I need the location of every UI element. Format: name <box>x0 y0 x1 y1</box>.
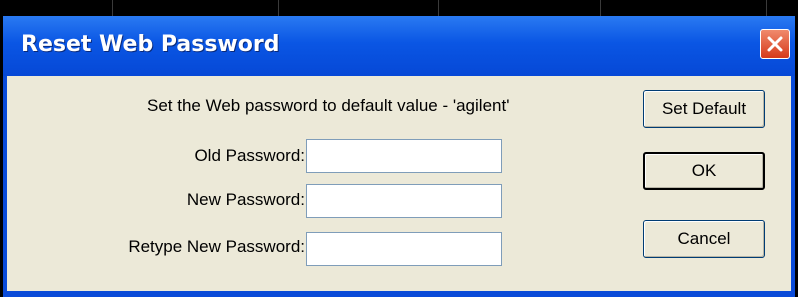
window-title: Reset Web Password <box>21 32 280 57</box>
ok-button[interactable]: OK <box>643 152 765 190</box>
set-default-button[interactable]: Set Default <box>643 90 765 128</box>
old-password-field[interactable] <box>306 139 502 173</box>
close-icon <box>767 36 783 52</box>
cancel-button[interactable]: Cancel <box>643 220 765 258</box>
reset-web-password-dialog: Reset Web Password Set the Web password … <box>3 16 795 297</box>
old-password-label: Old Password: <box>194 146 305 165</box>
new-password-label: New Password: <box>186 190 305 209</box>
background-strip <box>0 0 798 16</box>
new-password-field[interactable] <box>306 184 502 218</box>
dialog-body: Set the Web password to default value - … <box>7 76 791 291</box>
retype-password-field[interactable] <box>306 232 502 266</box>
instruction-text: Set the Web password to default value - … <box>147 96 510 115</box>
retype-password-label: Retype New Password: <box>128 237 305 256</box>
close-button[interactable] <box>760 29 790 59</box>
title-bar[interactable]: Reset Web Password <box>3 16 795 76</box>
